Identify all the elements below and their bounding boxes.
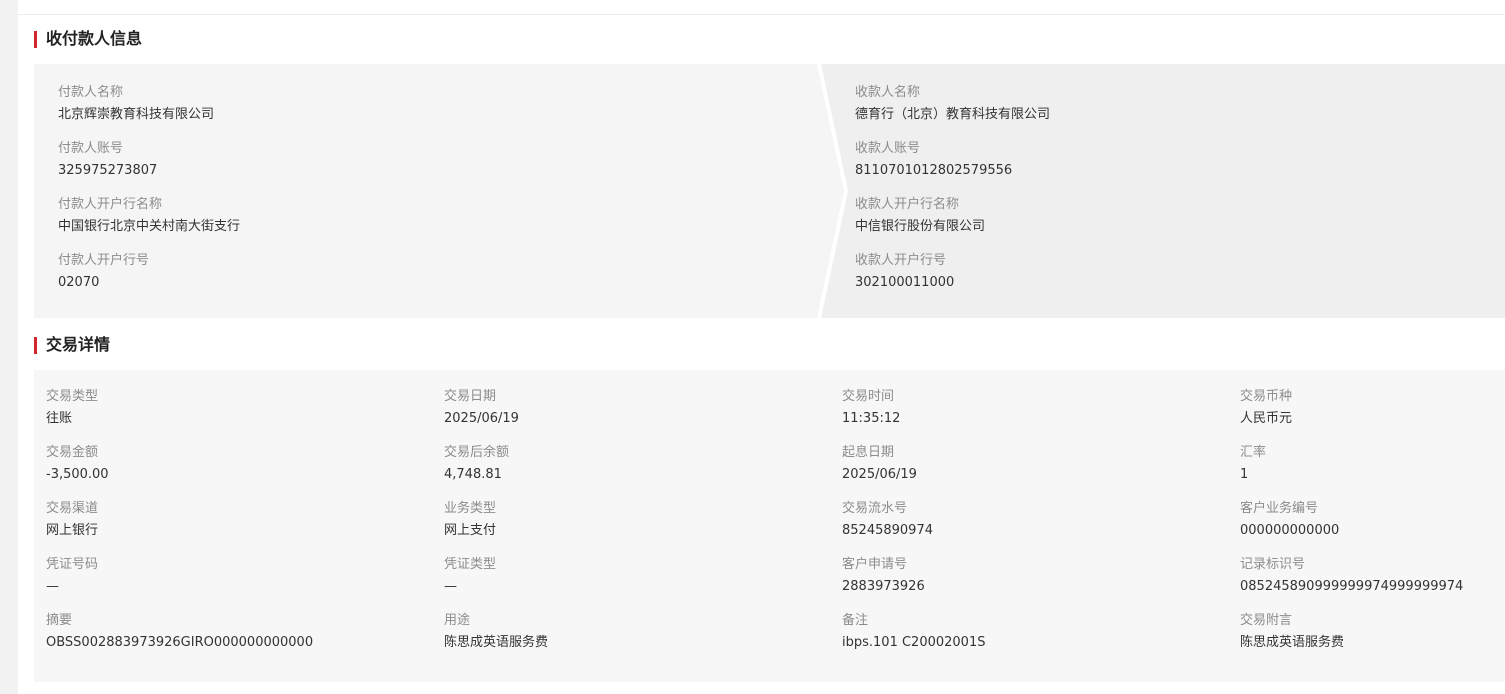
field-value: 陈思成英语服务费: [444, 635, 549, 650]
details-grid: 交易类型 往账 交易日期 2025/06/19 交易时间 11:35:12 交易币种 人民币元…: [46, 388, 1500, 668]
payee-name: 德育行（北京）教育科技有限公司: [855, 107, 1051, 122]
field-label: 收款人账号: [855, 141, 921, 156]
field-value: —: [46, 579, 59, 594]
field-label: 交易后余额: [444, 445, 510, 460]
detail-field: 凭证号码 —: [46, 556, 444, 612]
field-value: 2025/06/19: [842, 467, 917, 482]
field-label: 用途: [444, 613, 471, 628]
payer-name: 北京辉崇教育科技有限公司: [58, 107, 215, 122]
section-title-parties: 收付款人信息: [34, 29, 142, 49]
field-value: OBSS002883973926GIRO000000000000: [46, 635, 314, 650]
field-label: 交易币种: [1240, 389, 1293, 404]
field-value: 11:35:12: [842, 411, 901, 426]
field-value: 085245890999999974999999974: [1240, 579, 1464, 594]
top-divider: [18, 14, 1505, 15]
detail-field: 交易类型 往账: [46, 388, 444, 444]
detail-field: 用途陈思成英语服务费: [444, 612, 842, 668]
detail-field: 备注 ibps.101 C20002001S: [842, 612, 1240, 668]
arrow-divider: [817, 64, 849, 318]
field-label: 交易日期: [444, 389, 497, 404]
detail-field: 客户业务编号 000000000000: [1240, 500, 1500, 556]
detail-field: 交易时间 11:35:12: [842, 388, 1240, 444]
payer-bank-name-field: 付款人开户行名称 中国银行北京中关村南大街支行: [58, 196, 240, 252]
field-value: 2025/06/19: [444, 411, 519, 426]
field-label: 交易时间: [842, 389, 895, 404]
field-value: 往账: [46, 411, 73, 426]
field-label: 收款人开户行号: [855, 253, 947, 268]
payee-name-field: 收款人名称 德育行（北京）教育科技有限公司: [855, 84, 1050, 140]
field-value: 人民币元: [1240, 411, 1293, 426]
detail-field: 交易金额 -3,500.00: [46, 444, 444, 500]
detail-field: 交易日期 2025/06/19: [444, 388, 842, 444]
payee-info: 收款人名称 德育行（北京）教育科技有限公司 收款人账号 811070101280…: [855, 84, 1050, 308]
detail-field: 记录标识号 085245890999999974999999974: [1240, 556, 1500, 612]
field-label: 汇率: [1240, 445, 1267, 460]
field-label: 记录标识号: [1240, 557, 1306, 572]
field-label: 交易流水号: [842, 501, 908, 516]
detail-field: 起息日期 2025/06/19: [842, 444, 1240, 500]
content-panel: 收付款人信息 付款人名称 北京辉崇教育科技有限公司 付款人账号 32597527…: [18, 0, 1505, 694]
field-label: 起息日期: [842, 445, 895, 460]
field-label: 收款人名称: [855, 85, 921, 100]
field-value: 陈思成英语服务费: [1240, 635, 1345, 650]
detail-field: 交易币种 人民币元: [1240, 388, 1500, 444]
field-label: 凭证号码: [46, 557, 99, 572]
field-label: 客户申请号: [842, 557, 908, 572]
payer-bank-code: 02070: [58, 275, 100, 290]
detail-field: 摘要 OBSS002883973926GIRO000000000000: [46, 612, 444, 668]
field-label: 交易附言: [1240, 613, 1293, 628]
details-card: 交易类型 往账 交易日期 2025/06/19 交易时间 11:35:12 交易币种 人民币元…: [34, 370, 1505, 682]
payee-bank-name: 中信银行股份有限公司: [855, 219, 986, 234]
field-label: 凭证类型: [444, 557, 497, 572]
detail-field: 凭证类型 —: [444, 556, 842, 612]
field-value: 4,748.81: [444, 467, 502, 482]
field-label: 客户业务编号: [1240, 501, 1319, 516]
detail-field: 交易后余额 4,748.81: [444, 444, 842, 500]
field-value: 000000000000: [1240, 523, 1340, 538]
payee-account: 8110701012802579556: [855, 163, 1013, 178]
field-value: 85245890974: [842, 523, 933, 538]
payee-bank-code: 302100011000: [855, 275, 955, 290]
field-label: 摘要: [46, 613, 73, 628]
field-label: 备注: [842, 613, 869, 628]
field-value: ibps.101 C20002001S: [842, 635, 986, 650]
payer-bank-code-field: 付款人开户行号 02070: [58, 252, 240, 308]
payer-bank-name: 中国银行北京中关村南大街支行: [58, 219, 241, 234]
field-value: 网上支付: [444, 523, 497, 538]
field-label: 业务类型: [444, 501, 497, 516]
payee-bank-code-field: 收款人开户行号 302100011000: [855, 252, 1050, 308]
payee-account-field: 收款人账号 8110701012802579556: [855, 140, 1050, 196]
field-value: 网上银行: [46, 523, 99, 538]
detail-field: 交易渠道 网上银行: [46, 500, 444, 556]
payee-bank-name-field: 收款人开户行名称 中信银行股份有限公司: [855, 196, 1050, 252]
field-label: 收款人开户行名称: [855, 197, 960, 212]
field-value: 1: [1240, 467, 1249, 482]
field-label: 交易金额: [46, 445, 99, 460]
field-value: -3,500.00: [46, 467, 109, 482]
field-label: 付款人开户行名称: [58, 197, 163, 212]
detail-field: 交易流水号 85245890974: [842, 500, 1240, 556]
field-value: 2883973926: [842, 579, 925, 594]
payer-account: 325975273807: [58, 163, 158, 178]
detail-field: 业务类型 网上支付: [444, 500, 842, 556]
field-label: 付款人账号: [58, 141, 124, 156]
payer-account-field: 付款人账号 325975273807: [58, 140, 240, 196]
field-label: 付款人开户行号: [58, 253, 150, 268]
field-label: 付款人名称: [58, 85, 124, 100]
field-label: 交易类型: [46, 389, 99, 404]
field-label: 交易渠道: [46, 501, 99, 516]
parties-card: 付款人名称 北京辉崇教育科技有限公司 付款人账号 325975273807 付款…: [34, 64, 1505, 318]
field-value: —: [444, 579, 457, 594]
detail-field: 交易附言陈思成英语服务费: [1240, 612, 1500, 668]
detail-field: 客户申请号 2883973926: [842, 556, 1240, 612]
payer-info: 付款人名称 北京辉崇教育科技有限公司 付款人账号 325975273807 付款…: [58, 84, 240, 308]
payer-name-field: 付款人名称 北京辉崇教育科技有限公司: [58, 84, 240, 140]
detail-field: 汇率 1: [1240, 444, 1500, 500]
section-title-details: 交易详情: [34, 335, 110, 355]
